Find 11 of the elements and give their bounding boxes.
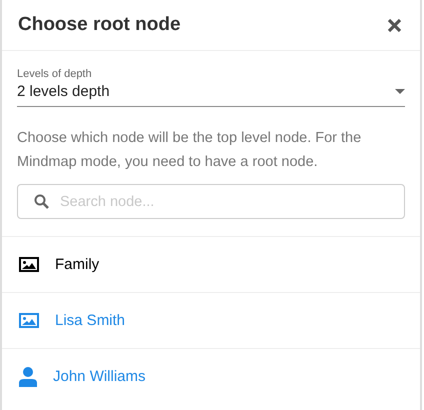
node-item[interactable]: Family — [2, 236, 420, 292]
image-icon — [19, 313, 39, 328]
dropdown-arrow-icon — [395, 89, 405, 94]
depth-select[interactable]: Levels of depth 2 levels depth — [17, 68, 405, 107]
close-icon — [387, 18, 402, 32]
description-text: Choose which node will be the top level node. For the Mindmap mode, you need to have a root node. — [17, 129, 362, 172]
person-icon — [19, 366, 37, 386]
node-item[interactable]: Lisa Smith — [2, 292, 420, 348]
image-icon — [19, 257, 39, 272]
node-item[interactable]: John Williams — [2, 348, 420, 404]
dialog-title: Choose root node — [18, 14, 181, 36]
